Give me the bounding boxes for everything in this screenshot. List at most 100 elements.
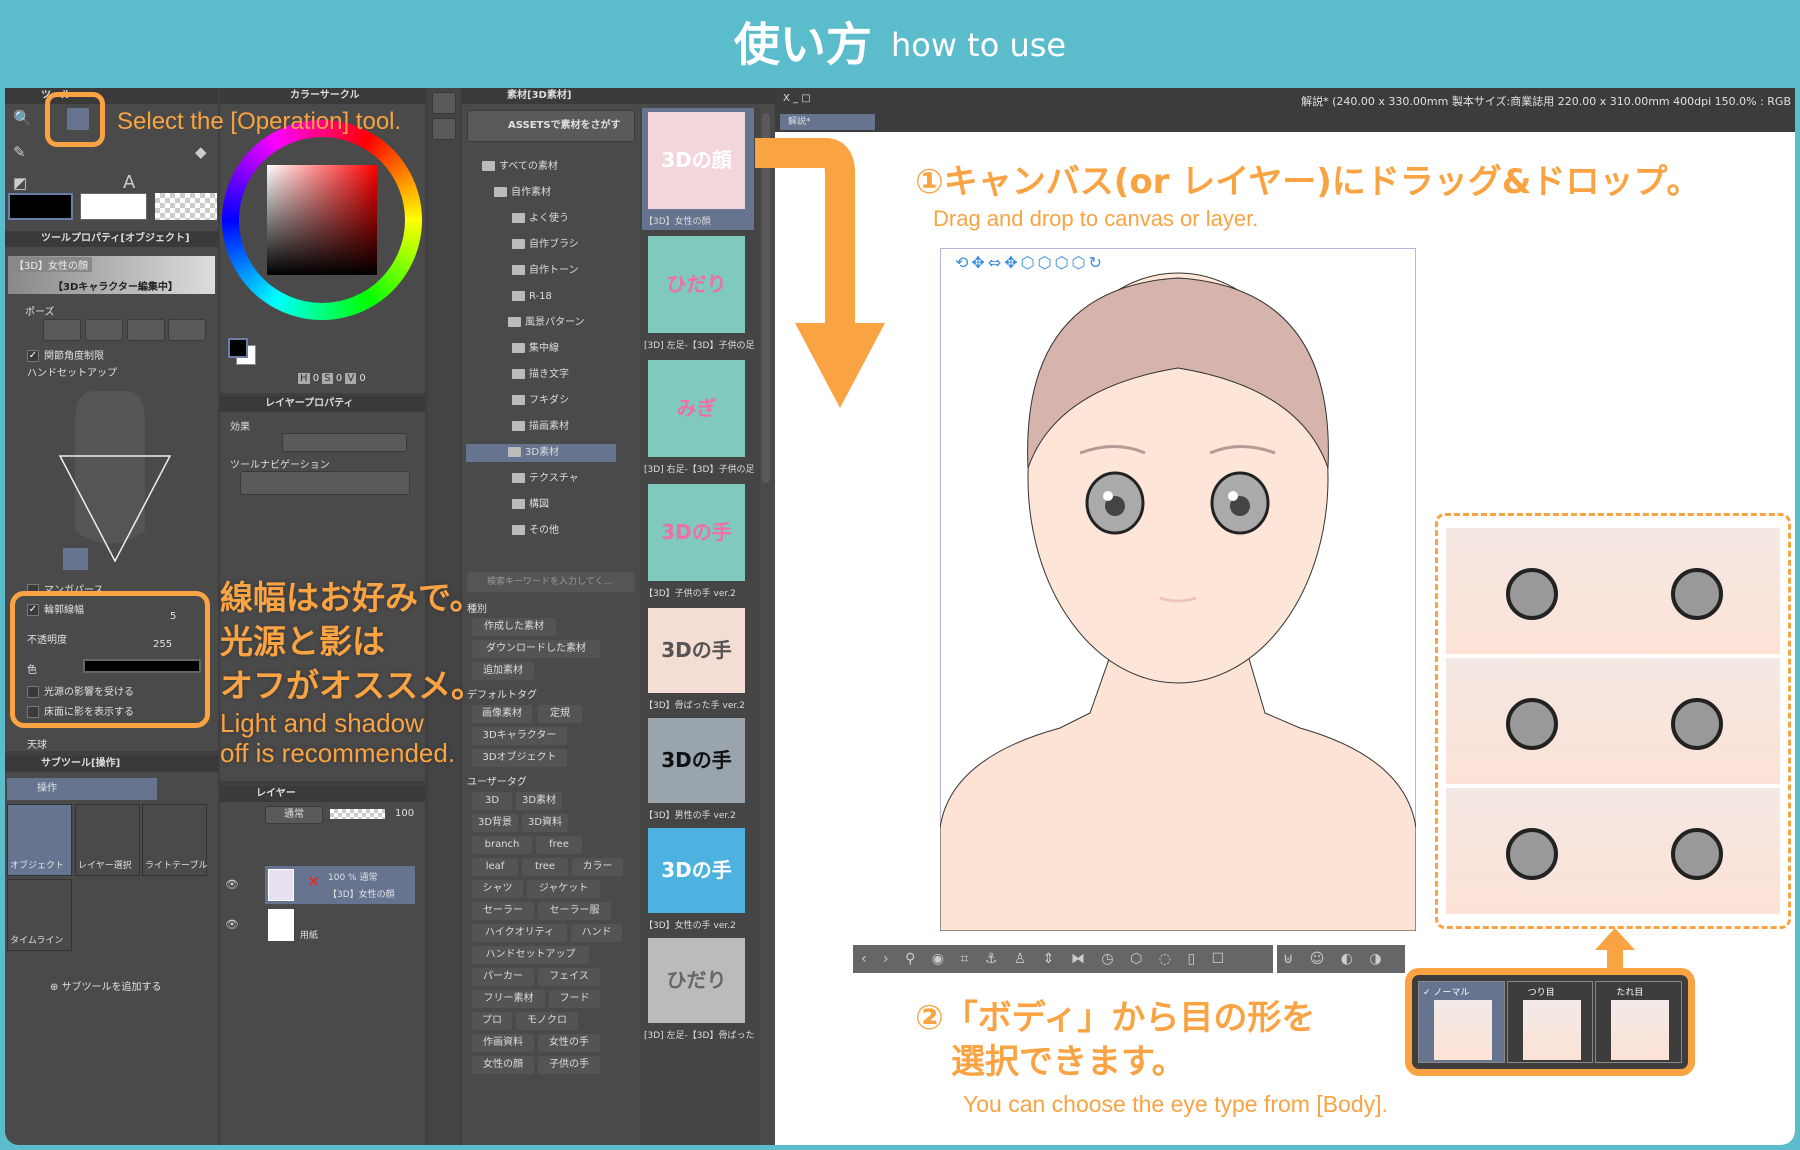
tree-item[interactable]: 自作素材: [482, 184, 551, 202]
close-palette-button[interactable]: [432, 118, 456, 140]
eye-icon[interactable]: 👁: [225, 878, 239, 891]
subtool-group-operation[interactable]: 操作: [7, 778, 157, 800]
tag-button[interactable]: branch: [472, 836, 532, 854]
subtool-object[interactable]: オブジェクト: [7, 804, 72, 876]
tree-item[interactable]: すべての素材: [482, 158, 558, 176]
main-color-swatch[interactable]: [8, 193, 73, 220]
tag-button[interactable]: 3D背景: [472, 814, 518, 832]
effect-buttons[interactable]: [282, 433, 407, 452]
tag-button[interactable]: プロ: [472, 1012, 512, 1030]
sub-color-swatch[interactable]: [80, 193, 147, 220]
tag-button[interactable]: カラー: [572, 858, 623, 876]
tag-button[interactable]: leaf: [472, 858, 518, 876]
eye-type-option[interactable]: たれ目: [1595, 981, 1683, 1063]
tool-nav-button[interactable]: [240, 471, 410, 495]
tag-button[interactable]: 作画資料: [472, 1034, 534, 1052]
tree-item[interactable]: その他: [482, 522, 559, 540]
tag-button[interactable]: ハンドセットアップ: [472, 946, 589, 964]
tag-button[interactable]: フェイス: [538, 968, 600, 986]
tag-button[interactable]: シャツ: [472, 880, 523, 898]
tag-button[interactable]: ハンド: [571, 924, 622, 942]
3d-object-toolbar[interactable]: ‹ › ⚲ ◉ ⌗ ⚓ ♙ ⇕ ⧓ ◷ ⬡ ◌ ▯ ☐: [853, 945, 1273, 973]
eye-type-option[interactable]: つり目: [1506, 981, 1594, 1063]
fill-tool-icon[interactable]: ◩: [13, 176, 27, 191]
material-palette-button[interactable]: [432, 92, 456, 114]
tag-button[interactable]: ハイクオリティ: [472, 924, 567, 942]
layer-row-paper[interactable]: 用紙: [265, 906, 415, 944]
tag-button[interactable]: フード: [549, 990, 600, 1008]
hsv-readout: H 0 S 0 V 0: [298, 373, 366, 384]
tag-button[interactable]: 子供の手: [538, 1056, 600, 1074]
tag-button[interactable]: ジャケット: [527, 880, 600, 898]
tree-item[interactable]: 描き文字: [482, 366, 569, 384]
layer-row-3d-face[interactable]: ✕ 100 % 通常 【3D】女性の顔: [265, 866, 415, 904]
tag-button[interactable]: 定規: [538, 705, 582, 723]
tag-button[interactable]: セーラー: [472, 902, 534, 920]
tree-item[interactable]: 自作トーン: [482, 262, 579, 280]
3d-manipulator-icons[interactable]: ⟲✥⇔✥⬡⬡⬡⬡↻: [955, 253, 1105, 272]
tag-button[interactable]: free: [536, 836, 582, 854]
tag-button[interactable]: パーカー: [472, 968, 534, 986]
tree-item[interactable]: 3D素材: [466, 444, 616, 462]
tree-item[interactable]: テクスチャ: [482, 470, 579, 488]
material-thumbnail[interactable]: みぎ: [648, 360, 745, 457]
pose-reset-button[interactable]: [43, 319, 81, 341]
pen-tool-icon[interactable]: ✎: [13, 145, 26, 160]
subtool-timeline[interactable]: タイムライン: [7, 879, 72, 951]
tree-item[interactable]: R-18: [482, 288, 552, 306]
search-input[interactable]: 検索キーワードを入力してく…: [467, 572, 635, 592]
tag-button[interactable]: 3D: [472, 792, 512, 810]
window-controls[interactable]: X _ □: [783, 93, 811, 104]
tree-item[interactable]: 風景パターン: [482, 314, 585, 332]
tree-item[interactable]: 集中線: [482, 340, 559, 358]
opacity-slider[interactable]: [330, 809, 385, 819]
tag-button[interactable]: 3Dオブジェクト: [472, 749, 567, 767]
tag-button[interactable]: 女性の顔: [472, 1056, 534, 1074]
assets-search-button[interactable]: ASSETSで素材をさがす: [467, 110, 635, 142]
subtool-layer-select[interactable]: レイヤー選択: [75, 804, 140, 876]
subtool-light-table[interactable]: ライトテーブル: [142, 804, 207, 876]
blend-mode-select[interactable]: 通常: [265, 806, 323, 824]
tag-button[interactable]: モノクロ: [516, 1012, 578, 1030]
tag-button[interactable]: フリー素材: [472, 990, 545, 1008]
material-thumbnail[interactable]: 3Dの手: [648, 828, 745, 913]
tag-button[interactable]: 3D素材: [516, 792, 562, 810]
3d-character-canvas[interactable]: [940, 248, 1416, 931]
transparent-swatch[interactable]: [155, 193, 217, 220]
tag-button[interactable]: ダウンロードした素材: [472, 640, 600, 658]
tree-item[interactable]: 描画素材: [482, 418, 569, 436]
pose-tpose-button[interactable]: [168, 319, 206, 341]
tag-button[interactable]: 女性の手: [538, 1034, 600, 1052]
tree-item[interactable]: フキダシ: [482, 392, 569, 410]
pose-flip-button[interactable]: [85, 319, 123, 341]
material-thumbnail[interactable]: 3Dの手: [648, 608, 745, 693]
layer-opacity-value[interactable]: 100: [395, 808, 414, 819]
saturation-value-square[interactable]: [267, 165, 377, 275]
tag-button[interactable]: 作成した素材: [472, 618, 556, 636]
add-subtool-button[interactable]: ⊕ サブツールを追加する: [50, 978, 162, 993]
eye-icon[interactable]: 👁: [225, 918, 239, 931]
text-tool-icon[interactable]: A: [123, 174, 135, 192]
material-thumbnail[interactable]: ひだり: [648, 236, 745, 333]
body-toolbar[interactable]: ⊎ ☺ ◐ ◑: [1277, 945, 1405, 973]
material-thumbnail[interactable]: 3Dの手: [648, 718, 745, 803]
tree-item[interactable]: 構図: [482, 496, 549, 514]
step2-subtitle: You can choose the eye type from [Body].: [963, 1091, 1388, 1117]
pose-register-button[interactable]: [127, 319, 165, 341]
tag-button[interactable]: tree: [522, 858, 568, 876]
tag-button[interactable]: 3Dキャラクター: [472, 727, 567, 745]
check-icon: ✓: [27, 350, 39, 362]
tree-item[interactable]: よく使う: [482, 210, 569, 228]
eraser-tool-icon[interactable]: ◆: [195, 145, 207, 160]
material-thumbnail[interactable]: 3Dの手: [648, 484, 745, 581]
material-thumbnail[interactable]: ひだり: [648, 938, 745, 1023]
zoom-tool-icon[interactable]: 🔍: [13, 111, 32, 126]
material-thumbnail[interactable]: 3Dの顔: [648, 112, 745, 209]
tag-button[interactable]: セーラー服: [538, 902, 611, 920]
tree-item[interactable]: 自作ブラシ: [482, 236, 579, 254]
joint-limit-checkbox[interactable]: ✓ 関節角度制限: [27, 347, 104, 362]
hand-pose-selected[interactable]: [63, 548, 88, 570]
tag-button[interactable]: 3D資料: [522, 814, 568, 832]
eye-type-option[interactable]: ✓ ノーマル: [1418, 981, 1505, 1063]
main-color-small[interactable]: [228, 338, 248, 358]
